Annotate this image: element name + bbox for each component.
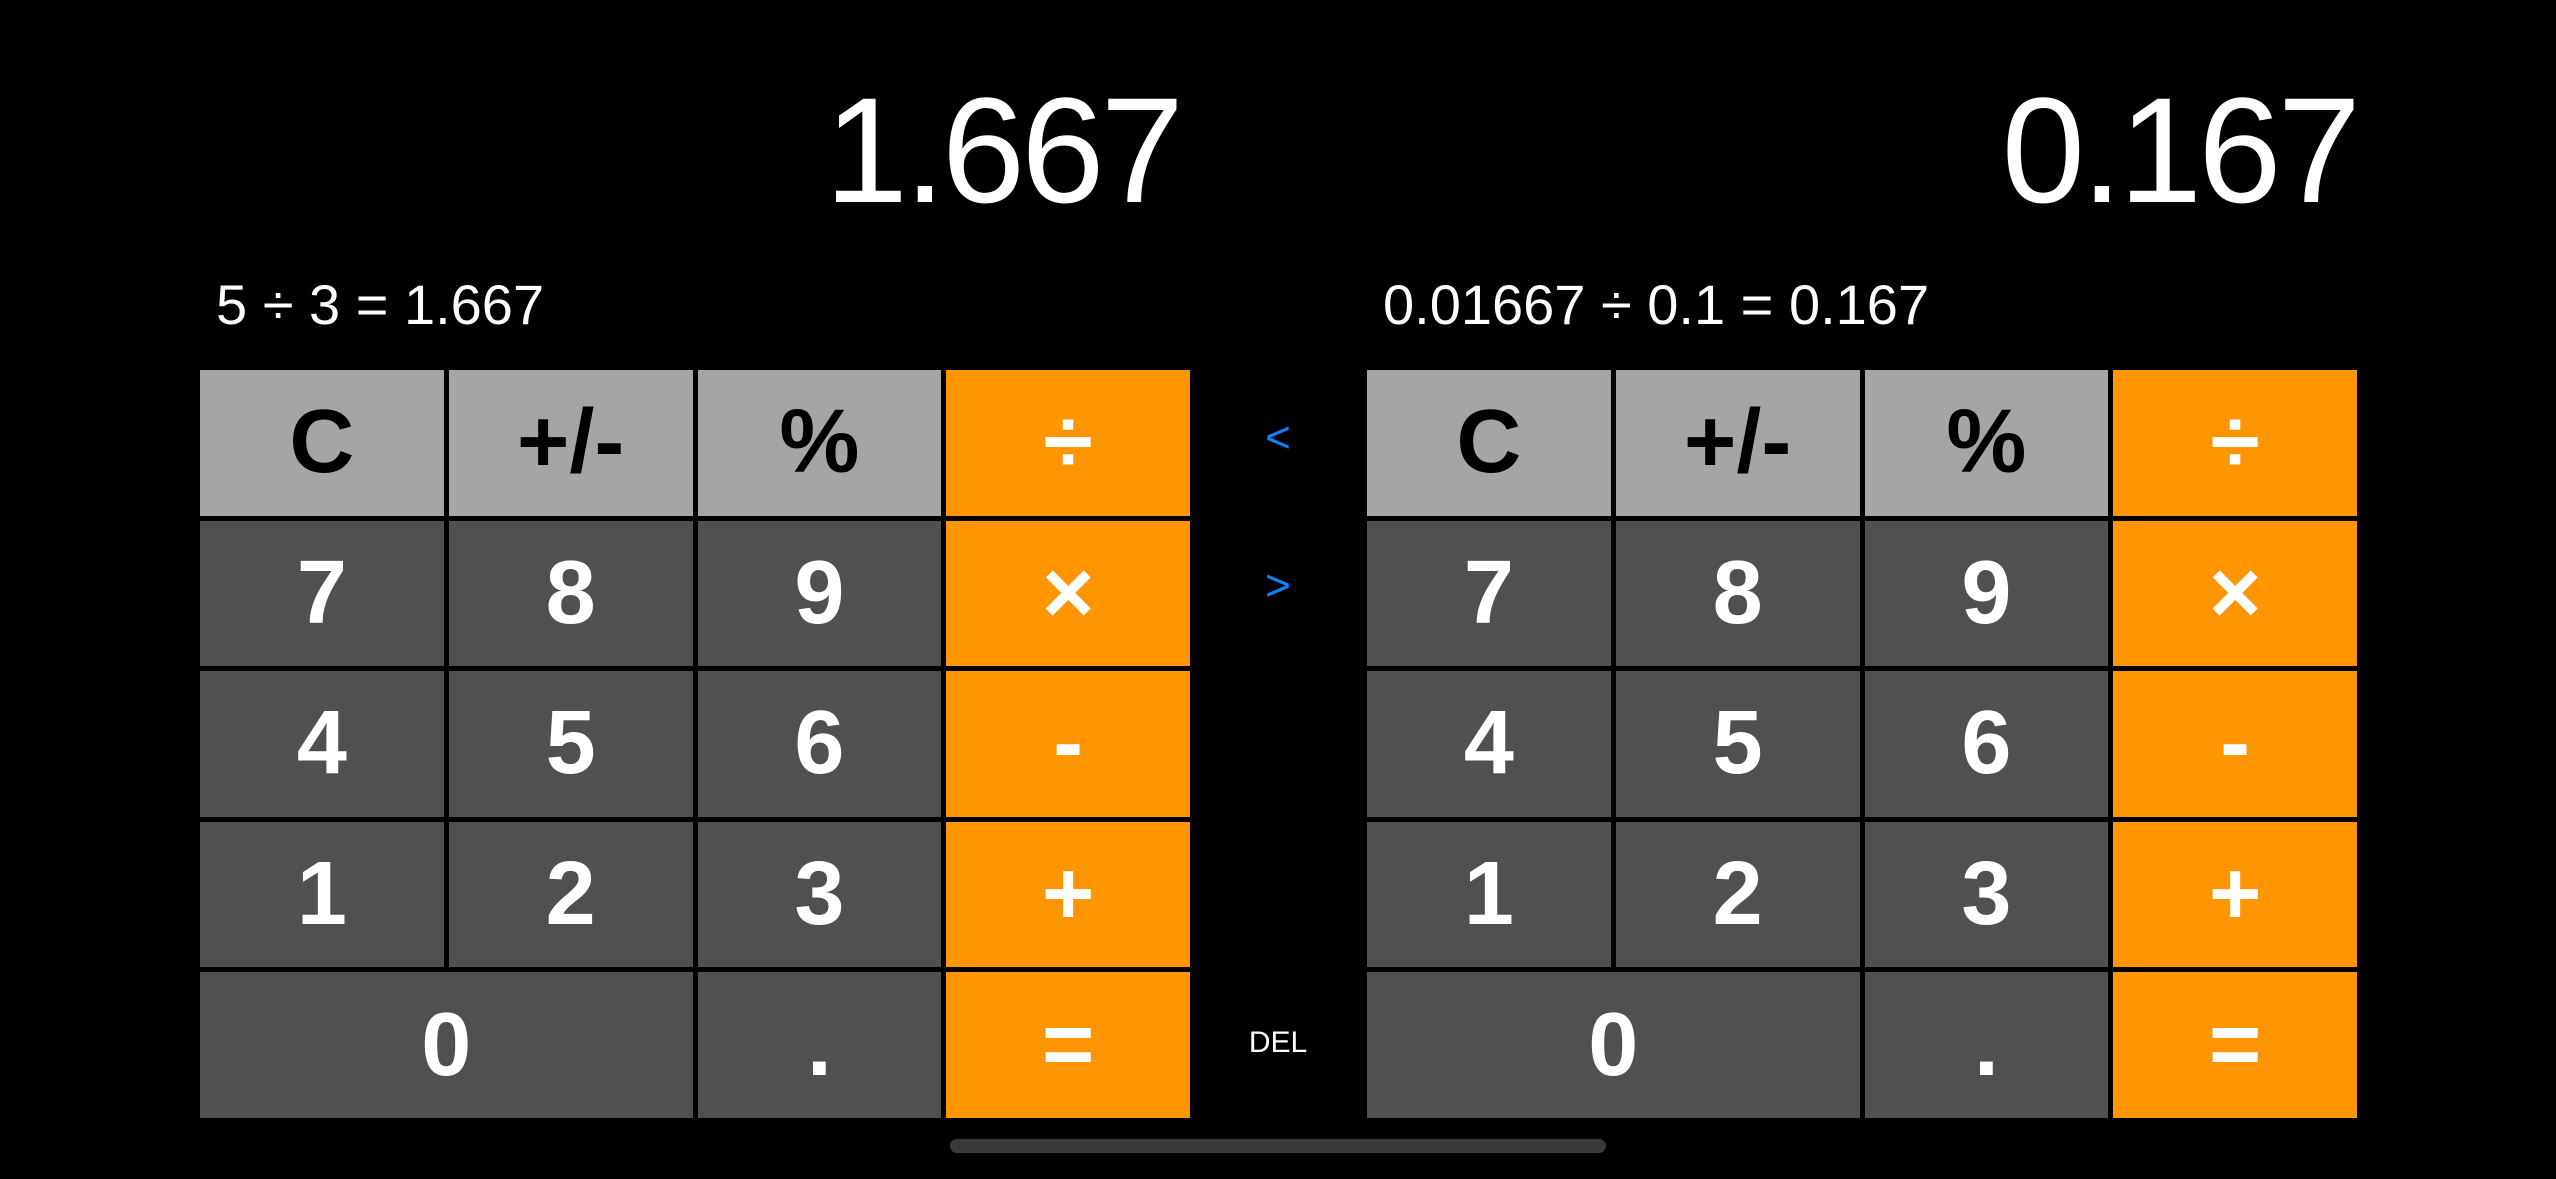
digit-6-button[interactable]: 6 — [1864, 671, 2109, 817]
equals-button[interactable]: = — [2113, 972, 2357, 1118]
digit-9-button[interactable]: 9 — [697, 520, 942, 667]
decimal-button[interactable]: . — [1864, 972, 2109, 1118]
digit-9-button[interactable]: 9 — [1864, 520, 2109, 667]
digit-8-button[interactable]: 8 — [1615, 520, 1860, 667]
decimal-button[interactable]: . — [697, 972, 942, 1118]
digit-8-button[interactable]: 8 — [448, 520, 693, 667]
digit-7-button[interactable]: 7 — [200, 520, 444, 667]
digit-5-button[interactable]: 5 — [448, 671, 693, 817]
home-indicator[interactable] — [950, 1139, 1606, 1153]
digit-4-button[interactable]: 4 — [200, 671, 444, 817]
subtract-button[interactable]: - — [2113, 671, 2357, 817]
multiply-button[interactable]: × — [946, 520, 1190, 667]
digit-0-button[interactable]: 0 — [1367, 972, 1860, 1118]
keypad: C +/- % ÷ 7 8 9 × 4 5 6 - 1 2 3 + 0 . = — [1367, 370, 2357, 1118]
add-button[interactable]: + — [946, 821, 1190, 968]
previous-calculation-button[interactable]: < — [1238, 408, 1318, 468]
digit-5-button[interactable]: 5 — [1615, 671, 1860, 817]
sign-toggle-button[interactable]: +/- — [1615, 370, 1860, 516]
add-button[interactable]: + — [2113, 821, 2357, 968]
subtract-button[interactable]: - — [946, 671, 1190, 817]
digit-0-button[interactable]: 0 — [200, 972, 693, 1118]
clear-button[interactable]: C — [200, 370, 444, 516]
digit-3-button[interactable]: 3 — [697, 821, 942, 968]
multiply-button[interactable]: × — [2113, 520, 2357, 667]
digit-4-button[interactable]: 4 — [1367, 671, 1611, 817]
sign-toggle-button[interactable]: +/- — [448, 370, 693, 516]
result-display: 1.667 — [824, 66, 1184, 234]
digit-6-button[interactable]: 6 — [697, 671, 942, 817]
left-calculator: 1.667 5 ÷ 3 = 1.667 C +/- % ÷ 7 8 9 × 4 … — [200, 0, 1190, 1179]
divide-button[interactable]: ÷ — [2113, 370, 2357, 516]
result-display: 0.167 — [2001, 66, 2361, 234]
digit-3-button[interactable]: 3 — [1864, 821, 2109, 968]
expression-history: 5 ÷ 3 = 1.667 — [216, 273, 545, 336]
expression-history: 0.01667 ÷ 0.1 = 0.167 — [1383, 273, 1930, 336]
digit-7-button[interactable]: 7 — [1367, 520, 1611, 667]
divide-button[interactable]: ÷ — [946, 370, 1190, 516]
right-calculator: 0.167 0.01667 ÷ 0.1 = 0.167 C +/- % ÷ 7 … — [1367, 0, 2361, 1179]
percent-button[interactable]: % — [1864, 370, 2109, 516]
clear-button[interactable]: C — [1367, 370, 1611, 516]
percent-button[interactable]: % — [697, 370, 942, 516]
next-calculation-button[interactable]: > — [1238, 556, 1318, 616]
digit-2-button[interactable]: 2 — [448, 821, 693, 968]
digit-2-button[interactable]: 2 — [1615, 821, 1860, 968]
digit-1-button[interactable]: 1 — [1367, 821, 1611, 968]
keypad: C +/- % ÷ 7 8 9 × 4 5 6 - 1 2 3 + 0 . = — [200, 370, 1190, 1118]
equals-button[interactable]: = — [946, 972, 1190, 1118]
delete-button[interactable]: DEL — [1228, 1018, 1328, 1068]
digit-1-button[interactable]: 1 — [200, 821, 444, 968]
